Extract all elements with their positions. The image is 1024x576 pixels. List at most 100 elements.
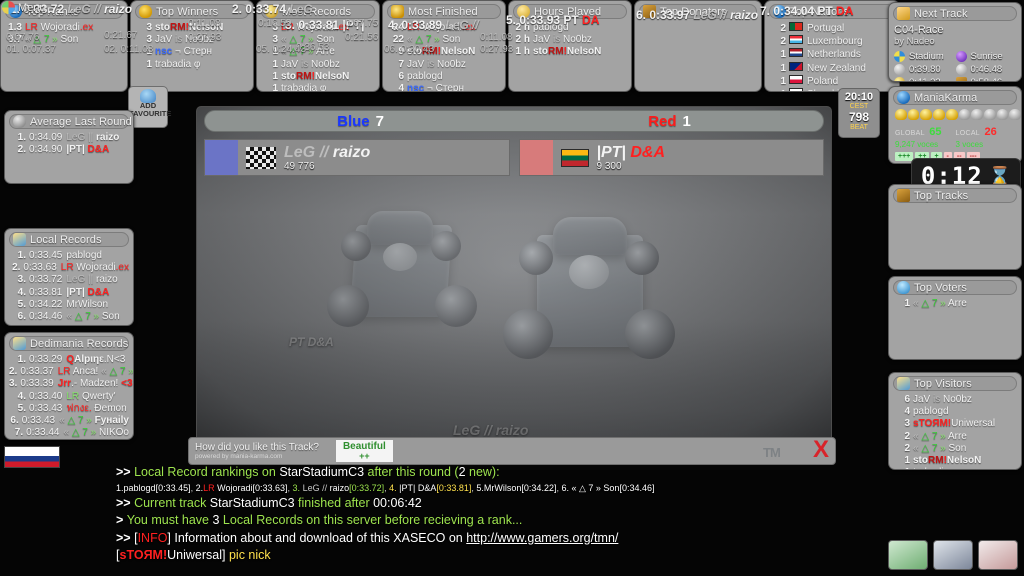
name-fragment: PT (563, 13, 583, 27)
name-fragment: RM (170, 22, 186, 33)
name-fragment: 02. 0:11.08 (104, 44, 154, 55)
box-icon (955, 77, 967, 81)
next-track-author: by Nadeo (894, 36, 935, 47)
name-fragment: |PT| (596, 143, 631, 161)
name-fragment: sto (155, 22, 170, 33)
chat-fragment: http://www.gamers.org/tmn/ (466, 530, 619, 545)
player-name: LR Anca! « △ 7 » (58, 366, 133, 378)
map-icon (897, 7, 910, 20)
green-tool-icon[interactable] (888, 540, 928, 570)
chat-fragment: TOЯM (126, 548, 163, 562)
player-name: JaV is No0bz (913, 394, 972, 406)
name-fragment: » (90, 311, 100, 323)
name-fragment: 0:16.59 (258, 18, 292, 29)
name-fragment: Ðemon (91, 402, 127, 414)
chat-line: 1.pablogd[0:33.45], 2.LR Wojoradi[0:33.6… (116, 482, 876, 495)
record-time: 0:33.81 (29, 286, 63, 298)
dedimania-title: Dedimania Records (30, 337, 129, 350)
name-fragment: » (937, 430, 946, 442)
name-fragment: |PT| (66, 144, 85, 156)
ranking-overlay-entry: 06. 0:30.43 (384, 44, 434, 55)
name-fragment: LR (66, 390, 80, 402)
global-label: GLOBAL (895, 130, 925, 137)
name-fragment: △ 7 (67, 415, 84, 427)
chat-fragment: You must have (126, 513, 213, 527)
next-track-details: Stadium Sunrise 0:39.80 0:46.48 0:41.32 0:58.… (889, 47, 1021, 81)
menu-globe-icon (2, 1, 15, 14)
name-fragment: 3. 0:33.81 (285, 18, 343, 32)
player-name: LR Qwerty' (66, 391, 115, 403)
player-name: stoRM!NelsoN (533, 46, 601, 58)
name-fragment: Q (66, 354, 75, 365)
name-fragment: Jrr (57, 378, 72, 390)
player-name: JaV is No0bz (407, 59, 466, 71)
rank: 1 (272, 58, 278, 70)
persons-icon (13, 233, 26, 246)
menu-button[interactable]: Menu (2, 1, 46, 14)
chat-fragment: > (116, 513, 127, 527)
top-window-3-header: Most Finished (387, 4, 501, 19)
name-fragment: △ 7 (921, 442, 938, 454)
ranking-overlay-entry: 0:21.56 (345, 32, 378, 43)
stadium-icon (894, 51, 905, 62)
name-fragment: is (424, 58, 438, 70)
name-fragment: .ex (115, 262, 129, 274)
list-item: 8.0:33.45 pablogd (9, 439, 129, 440)
chat-fragment: StarStadiumC3 (209, 495, 295, 510)
name-fragment: LeG // (67, 2, 105, 16)
name-fragment: 4. 0:33.89 (388, 18, 446, 32)
player-ladder-points: 49 776 (284, 160, 315, 172)
karma-button-plus1[interactable]: +++ (895, 152, 914, 161)
ranking-overlay-entry: 0:07.75 (345, 18, 378, 29)
chat-fragment: LR (203, 482, 215, 493)
list-item: 2. 0:33.63 LR Wojoradi.ex (9, 262, 129, 274)
name-fragment: Wo (73, 262, 92, 274)
record-time: 0:34.09 (29, 132, 63, 143)
local-score: 26 (984, 126, 997, 138)
person-icon (897, 281, 910, 294)
player-name: LR Wojoradi.ex (61, 262, 129, 274)
player-name: trabadia φ (913, 467, 958, 469)
red-team-score: Red 1 (648, 113, 691, 130)
rank: 6 (904, 394, 910, 405)
chat-fragment: 3. (292, 482, 301, 493)
next-track-detail: Stadium (894, 50, 956, 63)
red-tool-icon[interactable] (978, 540, 1018, 570)
name-fragment: Alpιηε (74, 354, 104, 365)
karma-vote-button[interactable]: Beautiful ++ (334, 439, 394, 463)
server-time: 20:10 (844, 91, 874, 103)
ranking-overlay-entry: 0:07.76 (6, 32, 39, 43)
list-item: 2 « △ 7 » Arre (893, 431, 1017, 443)
karma-medal-icon (907, 109, 920, 120)
rank: 2 (780, 36, 786, 48)
chat-fragment: 6. (561, 482, 569, 493)
chat-fragment: Uniwersal] (167, 548, 226, 562)
name-fragment: pablogd (407, 70, 443, 82)
karma-question-block: How did you like this Track? powered by … (195, 442, 319, 460)
name-fragment: LeG || (66, 274, 94, 286)
country-flag-icon (789, 88, 803, 91)
localrec-title: Local Records (30, 233, 102, 246)
mania-karma-medals (889, 106, 1021, 120)
name-fragment: Nelso (946, 455, 975, 467)
record-time: 0:33.63 (23, 262, 57, 274)
karma-vote-bar: How did you like this Track? powered by … (188, 437, 836, 465)
player-ladder-points: 9 300 (596, 160, 622, 172)
row-list: 6 JaV is No0bz 4 pablogd 3 sTOЯM!Uniwersal 2 « … (889, 392, 1021, 469)
chat-fragment: Local Records on this server before reci… (219, 513, 523, 527)
list-item: 3. 0:33.72 LeG || raizo (9, 274, 129, 286)
chat-fragment: [0:34.22] (521, 482, 557, 493)
name-fragment: .- Madzen! (71, 378, 122, 390)
name-fragment: raizo (730, 8, 759, 22)
next-track-detail: Sunrise (955, 50, 1018, 63)
rank: 1 (904, 455, 910, 467)
rank: 1 (146, 58, 152, 70)
list-item: 1 JaV is No0bz (261, 59, 375, 71)
add-favourite-button[interactable]: ADD FAVOURITE (128, 86, 171, 128)
country-flag-icon (560, 148, 589, 167)
blue-tool-icon[interactable] (933, 540, 973, 570)
bottom-tool-icons[interactable] (888, 540, 1018, 570)
row-list: 1. 0:34.09 LeG || raizo 2. 0:34.90 |PT| D&A (5, 130, 133, 156)
chat-line: [sTOЯM!Uniwersal] pic nick (116, 547, 876, 565)
ranking-overlay-entry: 6. 0:33.97 LeG // raizo (636, 8, 758, 22)
